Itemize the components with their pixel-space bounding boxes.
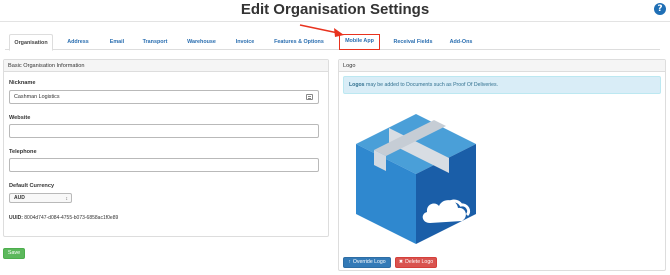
telephone-label: Telephone xyxy=(9,149,37,155)
uuid-label: UUID: xyxy=(9,215,23,221)
delete-logo-label: Delete Logo xyxy=(405,259,434,265)
uuid-value: 8004d747-d084-4755-b073-6858ac1f0e89 xyxy=(24,215,119,221)
tab-add-ons[interactable]: Add-Ons xyxy=(447,34,475,50)
nickname-label: Nickname xyxy=(9,80,36,86)
override-logo-button[interactable]: ↑ Override Logo xyxy=(343,257,391,268)
uuid-readout: UUID: 8004d747-d084-4755-b073-6858ac1f0e… xyxy=(9,215,118,221)
website-label: Website xyxy=(9,115,31,121)
delete-logo-button[interactable]: ✖ Delete Logo xyxy=(395,257,437,268)
upload-icon: ↑ xyxy=(348,259,351,265)
nickname-field[interactable]: Cashman Logistics xyxy=(9,90,319,104)
currency-label: Default Currency xyxy=(9,183,55,189)
currency-select[interactable]: AUD ↕ xyxy=(9,193,72,203)
logo-info-alert: Logos may be added to Documents such as … xyxy=(343,76,661,94)
override-logo-label: Override Logo xyxy=(352,259,386,265)
list-icon xyxy=(306,94,313,100)
save-button[interactable]: Save xyxy=(3,248,25,259)
settings-tabs: Organisation Address Email Transport War… xyxy=(5,34,660,51)
tab-email[interactable]: Email xyxy=(107,34,127,50)
page-title: Edit Organisation Settings xyxy=(240,1,430,18)
tab-warehouse[interactable]: Warehouse xyxy=(185,34,218,50)
basic-info-heading: Basic Organisation Information xyxy=(4,60,328,72)
logo-info-bold: Logos xyxy=(349,82,365,88)
tab-invoice[interactable]: Invoice xyxy=(234,34,256,50)
tab-mobile-app[interactable]: Mobile App xyxy=(339,34,380,50)
trash-icon: ✖ xyxy=(398,259,404,265)
help-icon[interactable]: ? xyxy=(654,3,666,15)
basic-info-panel: Basic Organisation Information Nickname … xyxy=(3,59,329,237)
logo-heading: Logo xyxy=(339,60,665,72)
tab-receival-fields[interactable]: Receival Fields xyxy=(391,34,435,50)
tab-transport[interactable]: Transport xyxy=(140,34,170,50)
telephone-field[interactable] xyxy=(9,158,319,172)
currency-value: AUD xyxy=(14,195,25,201)
logo-panel: Logo Logos may be added to Documents suc… xyxy=(338,59,666,271)
tab-features-options[interactable]: Features & Options xyxy=(271,34,327,50)
tab-address[interactable]: Address xyxy=(65,34,91,50)
tab-organisation[interactable]: Organisation xyxy=(9,34,53,51)
chevron-updown-icon: ↕ xyxy=(65,196,69,202)
website-field[interactable] xyxy=(9,124,319,138)
nickname-value: Cashman Logistics xyxy=(14,94,60,100)
logo-image xyxy=(356,114,476,244)
logo-info-text: may be added to Documents such as Proof … xyxy=(364,82,499,88)
